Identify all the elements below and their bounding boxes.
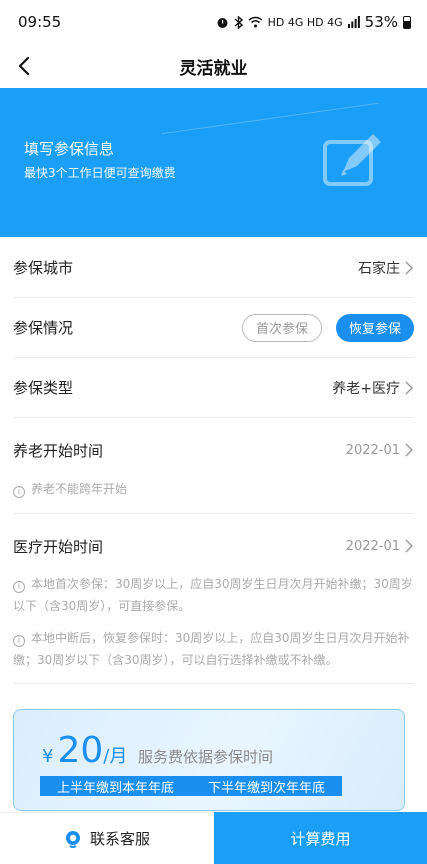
network-text: HD 4G HD 4G <box>267 15 343 29</box>
info-banner: 填写参保信息 最快3个工作日便可查询缴费 <box>0 88 427 237</box>
resume-enroll-option[interactable]: 恢复参保 <box>335 313 414 342</box>
status-time: 09:55 <box>18 13 62 31</box>
banner-title: 填写参保信息 <box>24 140 115 158</box>
battery-icon <box>403 15 411 29</box>
pension-start-row[interactable]: 养老开始时间 2022-01 <box>13 420 414 480</box>
nav-bar: 灵活就业 <box>0 44 427 88</box>
chevron-right-icon <box>405 539 413 553</box>
status-label: 参保情况 <box>13 319 74 337</box>
status-bar: 09:55 HD 4G HD 4G 53% <box>0 0 427 44</box>
pension-start-value: 2022-01 <box>345 442 400 458</box>
city-value-group: 石家庄 <box>358 258 414 278</box>
banner-subtitle: 最快3个工作日便可查询缴费 <box>24 166 176 180</box>
medical-start-value: 2022-01 <box>345 538 400 554</box>
page-title: 灵活就业 <box>179 58 248 79</box>
medical-note-first-text: 本地首次参保：30周岁以上，应自30周岁生日月次月开始补缴；30周岁以下（含30… <box>13 577 413 613</box>
divider <box>13 683 414 684</box>
chevron-right-icon <box>405 443 413 457</box>
city-label: 参保城市 <box>13 259 74 277</box>
fee-band-left: 上半年缴到本年年底 <box>56 780 174 796</box>
alarm-icon <box>217 17 228 28</box>
chevron-right-icon <box>405 381 413 394</box>
pension-note-text: 养老不能跨年开始 <box>31 482 128 496</box>
insurance-type-row[interactable]: 参保类型 养老+医疗 <box>13 358 414 418</box>
back-button[interactable] <box>10 52 38 80</box>
medical-note-resume-text: 本地中断后，恢复参保时：30周岁以上，应自30周岁生日月次月开始补缴；30周岁以… <box>13 631 410 667</box>
medical-start-value-group: 2022-01 <box>346 539 414 554</box>
contact-service-button[interactable]: 联系客服 <box>0 812 214 864</box>
city-row[interactable]: 参保城市 石家庄 <box>13 238 414 298</box>
city-value: 石家庄 <box>358 260 400 277</box>
signal-icon <box>347 16 360 28</box>
type-value-group: 养老+医疗 <box>332 378 414 398</box>
medical-start-label: 医疗开始时间 <box>13 537 104 556</box>
fee-currency: ¥ <box>42 746 54 767</box>
medical-note-resume: i 本地中断后，恢复参保时：30周岁以上，应自30周岁生日月次月开始补缴；30周岁… <box>13 627 414 671</box>
chevron-left-icon <box>18 56 30 76</box>
status-icons: HD 4G HD 4G 53% <box>216 13 411 31</box>
info-icon: i <box>13 635 25 647</box>
info-icon: i <box>13 581 25 593</box>
pension-note: i 养老不能跨年开始 <box>13 478 414 500</box>
fee-number: 20 <box>57 730 104 771</box>
chevron-right-icon <box>405 261 413 274</box>
info-icon: i <box>13 486 25 498</box>
calculate-fee-button[interactable]: 计算费用 <box>214 812 427 864</box>
bluetooth-icon <box>234 15 243 29</box>
fee-amount: ¥ 20 /月 <box>42 730 127 771</box>
medical-note-first: i 本地首次参保：30周岁以上，应自30周岁生日月次月开始补缴；30周岁以下（含3… <box>13 573 414 617</box>
first-enroll-option[interactable]: 首次参保 <box>241 313 322 342</box>
customer-service-icon <box>65 830 80 848</box>
fee-description: 服务费依据参保时间 <box>138 748 274 766</box>
type-value: 养老+医疗 <box>332 380 400 397</box>
battery-percent: 53% <box>364 13 398 31</box>
fee-band-right: 下半年缴到次年年底 <box>207 780 325 796</box>
insurance-status-row: 参保情况 首次参保 恢复参保 <box>13 298 414 358</box>
divider <box>13 513 414 514</box>
fee-band: 上半年缴到本年年底 下半年缴到次年年底 <box>40 776 342 796</box>
contact-service-label: 联系客服 <box>89 830 150 848</box>
calculate-fee-label: 计算费用 <box>290 829 351 848</box>
edit-form-icon <box>323 134 381 186</box>
fee-card: ¥ 20 /月 服务费依据参保时间 上半年缴到本年年底 下半年缴到次年年底 <box>13 709 405 811</box>
medical-start-row[interactable]: 医疗开始时间 2022-01 <box>13 516 414 576</box>
bottom-bar: 联系客服 计算费用 <box>0 812 427 864</box>
fee-unit: /月 <box>103 746 128 767</box>
pension-start-value-group: 2022-01 <box>346 443 414 458</box>
pension-start-label: 养老开始时间 <box>13 441 104 460</box>
type-label: 参保类型 <box>13 379 74 397</box>
wifi-icon <box>248 16 263 28</box>
